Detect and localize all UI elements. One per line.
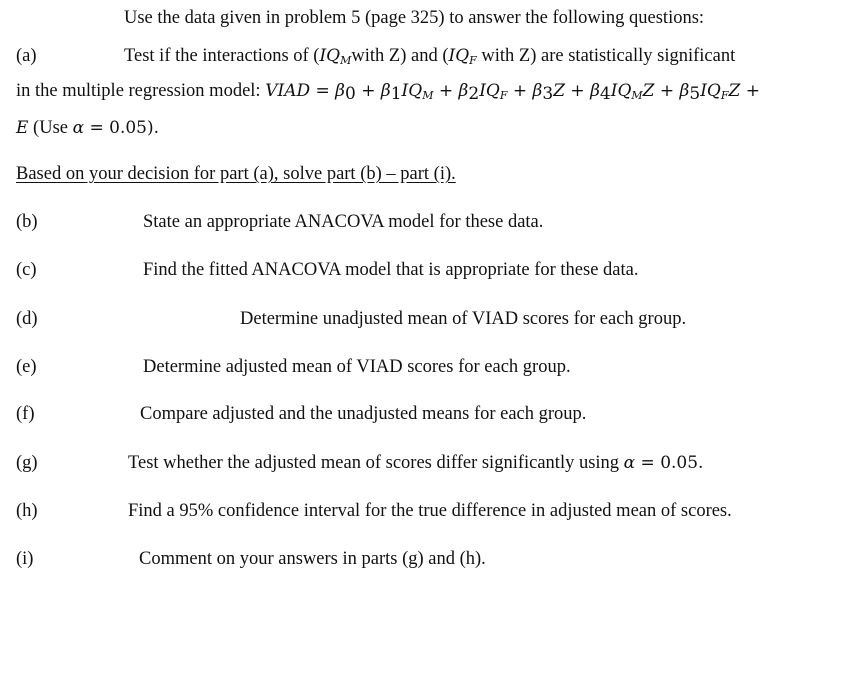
part-a-text: with Z) and (: [351, 46, 449, 66]
part-label: (h): [16, 501, 38, 521]
part-label: (f): [16, 404, 35, 424]
part-text-line: Test whether the adjusted mean of scores…: [128, 452, 703, 474]
alpha-value: = 0.05).: [84, 118, 160, 138]
instruction-line: Based on your decision for part (a), sol…: [16, 164, 456, 184]
part-text: Comment on your answers in parts (g) and…: [139, 549, 486, 569]
regression-model-equation: VIAD = β0 + β1IQM + β2IQF + β3Z + β4IQMZ…: [265, 81, 760, 104]
iq-f-symbol: IQF: [448, 46, 477, 67]
part-text: Find the fitted ANACOVA model that is ap…: [143, 260, 639, 280]
part-label: (e): [16, 357, 37, 377]
part-a-text: Test if the interactions of (: [124, 46, 320, 66]
part-text: Compare adjusted and the unadjusted mean…: [140, 404, 587, 424]
part-text: Determine unadjusted mean of VIAD scores…: [240, 309, 687, 329]
part-a-text: with Z) are statistically significant: [476, 46, 736, 66]
part-text: State an appropriate ANACOVA model for t…: [143, 212, 544, 232]
part-label: (g): [16, 453, 38, 473]
part-a-text: (Use: [28, 118, 73, 138]
part-text: Test whether the adjusted mean of scores…: [128, 453, 624, 473]
iq-m-symbol: IQM: [319, 46, 352, 67]
part-text: Find a 95% confidence interval for the t…: [128, 501, 732, 521]
part-a-line3: E (Use α = 0.05).: [16, 117, 159, 139]
part-a-label: (a): [16, 46, 37, 66]
part-text: Determine adjusted mean of VIAD scores f…: [143, 357, 571, 377]
part-label: (c): [16, 260, 37, 280]
part-label: (d): [16, 309, 38, 329]
part-a-line2: in the multiple regression model: VIAD =…: [16, 80, 760, 107]
alpha-symbol: α: [72, 118, 85, 138]
error-term: E: [16, 118, 29, 138]
part-a-line1: Test if the interactions of (IQMwith Z) …: [124, 45, 735, 72]
part-label: (b): [16, 212, 38, 232]
intro-line: Use the data given in problem 5 (page 32…: [124, 8, 705, 28]
part-a-text: in the multiple regression model:: [16, 81, 266, 101]
alpha-value: = 0.05.: [635, 453, 704, 473]
part-label: (i): [16, 549, 34, 569]
alpha-symbol: α: [623, 453, 636, 473]
